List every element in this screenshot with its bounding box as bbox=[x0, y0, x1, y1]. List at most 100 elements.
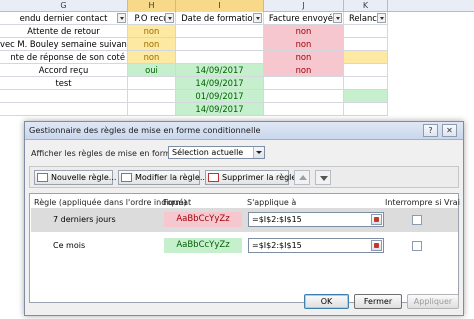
cell-date-formation[interactable] bbox=[176, 51, 264, 64]
cell-po-recu[interactable]: oui bbox=[128, 64, 176, 77]
column-header-empty bbox=[388, 0, 474, 12]
help-icon[interactable]: ? bbox=[423, 124, 438, 137]
move-down-arrow-icon[interactable] bbox=[315, 170, 331, 185]
edit-rule-label: Modifier la règle... bbox=[135, 173, 208, 182]
header-cell-date-formation[interactable]: Date de formation bbox=[176, 12, 264, 25]
cell-relance[interactable] bbox=[344, 64, 388, 77]
new-rule-icon bbox=[37, 173, 48, 182]
header-cell-po-recu[interactable]: P.O recu bbox=[128, 12, 176, 25]
table-row: nte de réponse de son coté non non bbox=[0, 51, 474, 64]
applies-to-field[interactable]: =$I$2:$I$15 bbox=[248, 212, 384, 227]
delete-rule-icon bbox=[208, 173, 219, 182]
cell-po-recu[interactable]: non bbox=[128, 51, 176, 64]
cell-facture[interactable] bbox=[264, 90, 344, 103]
applies-to-field[interactable]: =$I$2:$I$15 bbox=[248, 238, 384, 253]
column-header-format: Format bbox=[163, 198, 192, 207]
rule-row[interactable]: 7 derniers jours AaBbCcYyZz =$I$2:$I$15 bbox=[31, 208, 458, 232]
cell-date-formation[interactable]: 01/09/2017 bbox=[176, 90, 264, 103]
rules-toolbar: Nouvelle règle... Modifier la règle... S… bbox=[29, 166, 459, 188]
header-cell-facture-envoyee[interactable]: Facture envoyée bbox=[264, 12, 344, 25]
table-row: test 14/09/2017 bbox=[0, 77, 474, 90]
dialog-title: Gestionnaire des règles de mise en forme… bbox=[29, 125, 261, 135]
chevron-down-icon bbox=[253, 147, 264, 158]
apply-button[interactable]: Appliquer bbox=[407, 294, 459, 309]
applies-to-value: =$I$2:$I$15 bbox=[252, 241, 302, 250]
edit-rule-button[interactable]: Modifier la règle... bbox=[118, 170, 207, 185]
dialog-titlebar[interactable]: Gestionnaire des règles de mise en forme… bbox=[25, 122, 463, 140]
cell-last-contact[interactable]: Attente de retour bbox=[0, 25, 128, 38]
table-row: Accord reçu oui 14/09/2017 non bbox=[0, 64, 474, 77]
header-cell-relance[interactable]: Relance bbox=[344, 12, 388, 25]
cell-facture[interactable]: non bbox=[264, 38, 344, 51]
cell-date-formation[interactable]: 14/09/2017 bbox=[176, 77, 264, 90]
rule-row[interactable]: Ce mois AaBbCcYyZz =$I$2:$I$15 bbox=[31, 234, 458, 258]
cell-po-recu[interactable]: non bbox=[128, 38, 176, 51]
table-row: 01/09/2017 bbox=[0, 90, 474, 103]
cell-date-formation[interactable]: 14/09/2017 bbox=[176, 64, 264, 77]
filter-dropdown-icon[interactable] bbox=[165, 13, 174, 23]
cell-relance[interactable] bbox=[344, 25, 388, 38]
cell-relance[interactable] bbox=[344, 90, 388, 103]
delete-rule-label: Supprimer la règle bbox=[222, 173, 297, 182]
cell-facture[interactable]: non bbox=[264, 25, 344, 38]
cell-relance[interactable] bbox=[344, 103, 388, 116]
rules-grid: Règle (appliquée dans l'ordre indiqué) F… bbox=[29, 193, 460, 303]
cell-date-formation[interactable]: 14/09/2017 bbox=[176, 103, 264, 116]
rule-name: Ce mois bbox=[53, 241, 86, 250]
stop-if-true-checkbox[interactable] bbox=[412, 215, 422, 225]
table-row: vec M. Bouley semaine suivante non non bbox=[0, 38, 474, 51]
column-header-h[interactable]: H bbox=[128, 0, 176, 12]
column-header-applies-to: S'applique à bbox=[247, 198, 297, 207]
dialog-body: Afficher les règles de mise en forme pou… bbox=[25, 140, 463, 315]
column-header-stop-if-true: Interrompre si Vrai bbox=[385, 198, 460, 207]
cell-facture[interactable] bbox=[264, 77, 344, 90]
cell-facture[interactable] bbox=[264, 103, 344, 116]
cell-po-recu[interactable] bbox=[128, 103, 176, 116]
cell-last-contact[interactable] bbox=[0, 103, 128, 116]
cell-relance[interactable] bbox=[344, 51, 388, 64]
filter-dropdown-icon[interactable] bbox=[333, 13, 342, 23]
table-row: Attente de retour non non bbox=[0, 25, 474, 38]
cell-date-formation[interactable] bbox=[176, 25, 264, 38]
range-select-icon[interactable] bbox=[371, 214, 382, 225]
stop-if-true-checkbox[interactable] bbox=[412, 241, 422, 251]
delete-rule-button[interactable]: Supprimer la règle bbox=[205, 170, 296, 185]
format-preview: AaBbCcYyZz bbox=[164, 238, 242, 253]
close-icon[interactable]: ✕ bbox=[442, 124, 457, 137]
edit-rule-icon bbox=[121, 173, 132, 182]
cell-last-contact[interactable] bbox=[0, 90, 128, 103]
cell-last-contact[interactable]: vec M. Bouley semaine suivante bbox=[0, 38, 128, 51]
show-rules-value: Sélection actuelle bbox=[172, 148, 244, 157]
applies-to-value: =$I$2:$I$15 bbox=[252, 215, 302, 224]
cell-relance[interactable] bbox=[344, 77, 388, 90]
cell-last-contact[interactable]: test bbox=[0, 77, 128, 90]
cell-po-recu[interactable] bbox=[128, 90, 176, 103]
new-rule-button[interactable]: Nouvelle règle... bbox=[34, 170, 117, 185]
cell-relance[interactable] bbox=[344, 38, 388, 51]
cell-facture[interactable]: non bbox=[264, 51, 344, 64]
new-rule-label: Nouvelle règle... bbox=[51, 173, 117, 182]
move-up-arrow-icon[interactable] bbox=[294, 170, 310, 185]
cell-facture[interactable]: non bbox=[264, 64, 344, 77]
column-header-i[interactable]: I bbox=[176, 0, 264, 12]
column-header-row: G H I J K bbox=[0, 0, 474, 12]
table-header-row: endu dernier contact P.O recu Date de fo… bbox=[0, 12, 474, 25]
column-header-k[interactable]: K bbox=[344, 0, 388, 12]
cell-po-recu[interactable] bbox=[128, 77, 176, 90]
range-select-icon[interactable] bbox=[371, 240, 382, 251]
filter-dropdown-icon[interactable] bbox=[253, 13, 262, 23]
column-header-j[interactable]: J bbox=[264, 0, 344, 12]
cell-date-formation[interactable] bbox=[176, 38, 264, 51]
show-rules-select[interactable]: Sélection actuelle bbox=[168, 146, 265, 159]
filter-dropdown-icon[interactable] bbox=[117, 13, 126, 23]
cell-last-contact[interactable]: Accord reçu bbox=[0, 64, 128, 77]
close-button[interactable]: Fermer bbox=[354, 294, 402, 309]
ok-button[interactable]: OK bbox=[304, 294, 349, 309]
cell-po-recu[interactable]: non bbox=[128, 25, 176, 38]
cell-last-contact[interactable]: nte de réponse de son coté bbox=[0, 51, 128, 64]
rule-name: 7 derniers jours bbox=[53, 215, 116, 224]
filter-dropdown-icon[interactable] bbox=[377, 13, 386, 23]
format-preview: AaBbCcYyZz bbox=[164, 212, 242, 227]
header-cell-last-contact[interactable]: endu dernier contact bbox=[0, 12, 128, 25]
column-header-g[interactable]: G bbox=[0, 0, 128, 12]
